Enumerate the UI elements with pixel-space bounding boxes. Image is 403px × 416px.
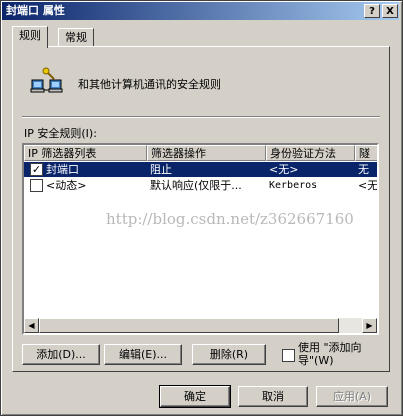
scroll-left-button[interactable]: ◀	[24, 318, 39, 333]
column-header-label: 筛选器操作	[151, 147, 206, 160]
rules-list[interactable]: IP 筛选器列表 筛选器操作 身份验证方法 隧 ✓ 封端口 阻止 <无> 无 <…	[22, 143, 379, 335]
arrow-right-icon: ▶	[366, 321, 373, 330]
scroll-thumb[interactable]	[39, 318, 339, 333]
arrow-left-icon: ◀	[28, 321, 35, 330]
tab-general[interactable]: 常规	[58, 28, 94, 48]
ok-button[interactable]: 确定	[159, 385, 231, 408]
column-header-label: IP 筛选器列表	[28, 147, 97, 160]
column-header-filter-list[interactable]: IP 筛选器列表	[24, 145, 147, 161]
rule-checkbox[interactable]: ✓	[30, 163, 43, 176]
apply-button-label: 应用(A)	[332, 390, 372, 403]
close-button[interactable]: X	[382, 4, 398, 18]
cell-filter-action: 阻止	[150, 163, 172, 176]
cell-auth-method: <无>	[269, 163, 299, 176]
use-wizard-label-line2: 导"(W)	[298, 354, 334, 367]
tab-general-label: 常规	[65, 31, 87, 44]
ok-button-label: 确定	[184, 390, 206, 403]
cancel-button-label: 取消	[262, 390, 284, 403]
window-title: 封端口 属性	[6, 4, 65, 17]
cell-auth-method: Kerberos	[269, 180, 318, 191]
column-header-label: 隧	[359, 147, 370, 160]
cell-filter-list: 封端口	[46, 163, 79, 176]
horizontal-scrollbar[interactable]: ◀ ▶	[24, 318, 377, 333]
table-row[interactable]: ✓ 封端口 阻止 <无> 无	[24, 162, 377, 177]
column-header-auth-method[interactable]: 身份验证方法	[266, 145, 355, 161]
cancel-button[interactable]: 取消	[238, 386, 308, 407]
separator	[22, 116, 380, 118]
apply-button: 应用(A)	[316, 386, 388, 407]
rule-checkbox[interactable]	[30, 179, 43, 192]
close-icon: X	[386, 6, 394, 17]
edit-button-label: 编辑(E)...	[118, 348, 168, 361]
table-row[interactable]: <动态> 默认响应(仅限于... Kerberos <无	[24, 178, 379, 193]
cell-filter-list: <动态>	[46, 179, 87, 192]
description-text: 和其他计算机通讯的安全规则	[78, 78, 221, 91]
add-button[interactable]: 添加(D)...	[22, 344, 100, 365]
edit-button[interactable]: 编辑(E)...	[104, 344, 182, 365]
network-computers-icon	[30, 66, 66, 98]
help-icon: ?	[369, 6, 375, 17]
use-wizard-label-line1: 使用 "添加向	[298, 341, 362, 354]
use-wizard-checkbox[interactable]	[282, 349, 295, 362]
rules-label: IP 安全规则(I):	[24, 127, 97, 140]
column-header-label: 身份验证方法	[270, 147, 336, 160]
scroll-right-button[interactable]: ▶	[362, 318, 377, 333]
column-header-tunnel[interactable]: 隧	[355, 145, 377, 161]
cell-tunnel: <无	[358, 179, 379, 192]
remove-button[interactable]: 删除(R)	[192, 344, 266, 365]
remove-button-label: 删除(R)	[209, 348, 249, 361]
title-bar[interactable]: 封端口 属性	[2, 2, 399, 20]
cell-tunnel: 无	[358, 163, 369, 176]
watermark-text: http://blog.csdn.net/z362667160	[106, 210, 354, 228]
help-button[interactable]: ?	[364, 4, 380, 18]
column-header-filter-action[interactable]: 筛选器操作	[147, 145, 266, 161]
add-button-label: 添加(D)...	[36, 348, 86, 361]
cell-filter-action: 默认响应(仅限于...	[150, 179, 242, 192]
tab-rules-label: 规则	[19, 29, 41, 42]
use-wizard-label[interactable]: 使用 "添加向 导"(W)	[298, 341, 362, 367]
tab-rules[interactable]: 规则	[12, 26, 48, 48]
